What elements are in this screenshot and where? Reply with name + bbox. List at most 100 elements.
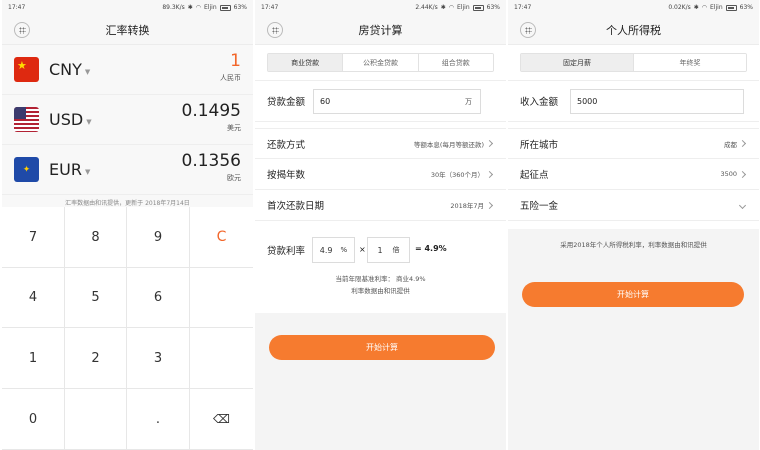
repayment-method-row[interactable]: 还款方式 等额本息(每月等额还款) <box>255 128 506 159</box>
currency-row-usd[interactable]: USD ▼ 0.1495 美元 <box>2 95 253 145</box>
income-tax-screen: 17:47 0.02K/s ✱ ◠ Eljin 63% 个人所得税 固定月薪 年… <box>508 0 759 450</box>
wifi-icon: ◠ <box>701 4 708 11</box>
china-flag-icon: ★ <box>14 57 39 82</box>
number-keypad: 7 8 9 C 4 5 6 1 2 3 0 . ⌫ <box>2 207 253 450</box>
mortgage-years-row[interactable]: 按揭年数 30年（360个月） <box>255 159 506 190</box>
key-5[interactable]: 5 <box>65 268 127 328</box>
key-8[interactable]: 8 <box>65 207 127 268</box>
currency-code[interactable]: CNY <box>49 60 82 79</box>
first-repayment-date-value: 2018年7月 <box>450 202 484 210</box>
tab-fixed-salary[interactable]: 固定月薪 <box>521 54 634 71</box>
tax-rate-info: 采用2018年个人所得税利率，利率数据由和讯提供 <box>560 241 707 249</box>
status-bar: 17:47 2.44K/s ✱ ◠ Eljin 63% <box>255 0 506 15</box>
page-title: 房贷计算 <box>358 23 403 37</box>
currency-name: 人民币 <box>220 74 241 82</box>
income-type-tabs: 固定月薪 年终奖 <box>520 53 747 72</box>
mortgage-screen: 17:47 2.44K/s ✱ ◠ Eljin 63% 房贷计算 商业贷款 公积… <box>255 0 506 450</box>
currency-amount[interactable]: 1 <box>220 51 241 71</box>
income-amount-row: 收入金额 5000 <box>508 80 759 122</box>
wifi-icon: ◠ <box>195 4 202 11</box>
repayment-method-label: 还款方式 <box>267 139 306 151</box>
caret-down-icon: ▼ <box>86 117 92 126</box>
key-dot[interactable]: . <box>127 389 190 450</box>
tab-annual-bonus[interactable]: 年终奖 <box>634 54 746 71</box>
times-sign: × <box>359 245 366 254</box>
tab-combined-loan[interactable]: 组合贷款 <box>418 54 493 71</box>
empty-key <box>65 389 127 450</box>
chevron-right-icon <box>485 201 494 209</box>
tab-commercial-loan[interactable]: 商业贷款 <box>268 54 344 71</box>
loan-amount-unit: 万 <box>465 97 472 106</box>
menu-grid-icon[interactable] <box>14 22 30 38</box>
social-insurance-row[interactable]: 五险一金 <box>508 190 759 221</box>
currency-amount[interactable]: 0.1495 <box>182 101 241 121</box>
battery-icon <box>472 4 484 11</box>
status-carrier: Eljin <box>710 4 723 11</box>
key-1[interactable]: 1 <box>2 328 65 389</box>
menu-grid-icon[interactable] <box>267 22 283 38</box>
threshold-row[interactable]: 起征点 3500 <box>508 159 759 190</box>
status-bar: 17:47 0.02K/s ✱ ◠ Eljin 63% <box>508 0 759 15</box>
key-9[interactable]: 9 <box>127 207 190 268</box>
bottom-area: 采用2018年个人所得税利率，利率数据由和讯提供 <box>508 229 759 450</box>
backspace-icon[interactable]: ⌫ <box>190 389 253 450</box>
loan-amount-label: 贷款金额 <box>267 97 306 108</box>
interest-rate-label: 贷款利率 <box>267 246 306 257</box>
clear-key[interactable]: C <box>190 207 253 268</box>
threshold-value: 3500 <box>720 170 737 178</box>
currency-screen: 17:47 89.3K/s ✱ ◠ Eljin 63% 汇率转换 ★ CNY ▼… <box>2 0 253 450</box>
title-bar: 个人所得税 <box>508 15 759 45</box>
bluetooth-icon: ✱ <box>440 4 446 11</box>
status-bar: 17:47 89.3K/s ✱ ◠ Eljin 63% <box>2 0 253 15</box>
rate-unit: % <box>340 246 348 254</box>
status-time: 17:47 <box>514 4 532 11</box>
currency-amount[interactable]: 0.1356 <box>182 151 241 171</box>
wifi-icon: ◠ <box>448 4 455 11</box>
caret-down-icon: ▼ <box>84 167 91 176</box>
mortgage-years-label: 按揭年数 <box>267 170 306 181</box>
status-carrier: Eljin <box>457 4 470 11</box>
city-row[interactable]: 所在城市 成都 <box>508 128 759 159</box>
key-7[interactable]: 7 <box>2 207 65 268</box>
empty-key <box>190 328 253 389</box>
first-repayment-date-label: 首次还款日期 <box>267 201 325 212</box>
bottom-area <box>255 313 506 450</box>
battery-icon <box>725 4 737 11</box>
repayment-method-value: 等额本息(每月等额还款) <box>413 140 484 149</box>
loan-amount-input[interactable]: 60 万 <box>313 89 481 114</box>
currency-code[interactable]: USD <box>49 110 83 129</box>
loan-amount-row: 贷款金额 60 万 <box>255 80 506 122</box>
social-insurance-label: 五险一金 <box>520 201 559 212</box>
loan-amount-value: 60 <box>320 97 331 106</box>
key-0[interactable]: 0 <box>2 389 65 450</box>
key-4[interactable]: 4 <box>2 268 65 328</box>
key-6[interactable]: 6 <box>127 268 190 328</box>
base-rate-info: 当前年限基准利率： 商业4.9% <box>335 275 426 283</box>
start-calculate-button[interactable]: 开始计算 <box>522 282 744 307</box>
rate-input[interactable]: 4.9 % <box>312 237 355 263</box>
multiplier-value: 1 <box>377 245 383 255</box>
status-speed: 0.02K/s <box>668 4 691 11</box>
status-battery: 63% <box>486 4 500 11</box>
currency-row-eur[interactable]: ✦ EUR ▼ 0.1356 欧元 <box>2 145 253 195</box>
status-battery: 63% <box>233 4 247 11</box>
menu-grid-icon[interactable] <box>520 22 536 38</box>
status-carrier: Eljin <box>204 4 217 11</box>
threshold-label: 起征点 <box>520 170 549 181</box>
income-amount-input[interactable]: 5000 <box>570 89 744 114</box>
currency-code[interactable]: EUR <box>49 160 82 179</box>
multiplier-input[interactable]: 1 倍 <box>367 237 410 263</box>
key-2[interactable]: 2 <box>65 328 127 389</box>
currency-name: 美元 <box>227 124 241 132</box>
chevron-right-icon <box>738 139 747 148</box>
currency-row-cny[interactable]: ★ CNY ▼ 1 人民币 <box>2 45 253 95</box>
key-3[interactable]: 3 <box>127 328 190 389</box>
page-title: 个人所得税 <box>606 23 661 37</box>
first-repayment-date-row[interactable]: 首次还款日期 2018年7月 <box>255 190 506 221</box>
start-calculate-button[interactable]: 开始计算 <box>269 335 495 360</box>
mortgage-years-value: 30年（360个月） <box>430 171 484 179</box>
status-time: 17:47 <box>8 4 26 11</box>
tab-provident-loan[interactable]: 公积金贷款 <box>343 54 419 71</box>
currency-name: 欧元 <box>227 174 241 182</box>
status-speed: 89.3K/s <box>162 4 185 11</box>
